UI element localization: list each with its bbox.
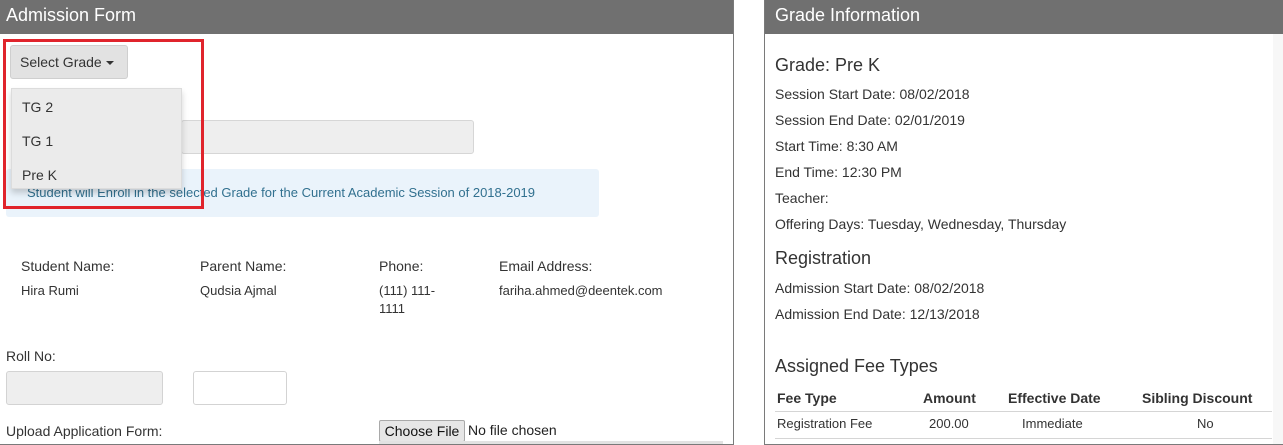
roll-no-input[interactable] xyxy=(193,371,287,405)
grade-option-tg2[interactable]: TG 2 xyxy=(22,99,53,115)
roll-no-prefix-field[interactable] xyxy=(6,371,163,405)
admission-start-date: Admission Start Date: 08/02/2018 xyxy=(775,280,985,296)
phone-label: Phone: xyxy=(379,258,424,274)
parent-name-value: Qudsia Ajmal xyxy=(200,283,277,298)
grade-heading: Grade: Pre K xyxy=(775,55,881,75)
upload-field-bar xyxy=(379,441,723,444)
select-grade-label: Select Grade xyxy=(20,54,102,70)
amount-header: Amount xyxy=(923,390,976,406)
table-header-divider xyxy=(775,411,1272,412)
sibling-discount-header: Sibling Discount xyxy=(1142,390,1253,406)
end-time: End Time: 12:30 PM xyxy=(775,164,902,180)
fee-type-header: Fee Type xyxy=(777,390,837,406)
effective-date-cell: Immediate xyxy=(1022,416,1083,431)
table-row-divider xyxy=(775,438,1272,439)
email-label: Email Address: xyxy=(499,258,593,274)
grade-information-title: Grade Information xyxy=(765,0,1283,34)
student-name-label: Student Name: xyxy=(21,258,115,274)
upload-application-label: Upload Application Form: xyxy=(6,423,163,439)
registration-heading: Registration xyxy=(775,248,872,268)
grade-dropdown-menu: TG 2 TG 1 Pre K xyxy=(11,88,182,189)
session-start-date: Session Start Date: 08/02/2018 xyxy=(775,86,970,102)
select-grade-button[interactable]: Select Grade xyxy=(10,45,128,79)
start-time: Start Time: 8:30 AM xyxy=(775,138,898,154)
caret-down-icon xyxy=(105,61,114,66)
phone-value-line2: 1111 xyxy=(379,301,406,316)
effective-date-header: Effective Date xyxy=(1008,390,1101,406)
admission-form-title: Admission Form xyxy=(0,0,733,34)
assigned-fee-types-heading: Assigned Fee Types xyxy=(775,356,938,376)
right-panel-scrollbar[interactable] xyxy=(1273,34,1283,444)
grade-text-field[interactable] xyxy=(181,120,474,154)
admission-end-date: Admission End Date: 12/13/2018 xyxy=(775,306,980,322)
parent-name-label: Parent Name: xyxy=(200,258,287,274)
no-file-chosen-text: No file chosen xyxy=(468,422,557,438)
amount-cell: 200.00 xyxy=(929,416,969,431)
teacher: Teacher: xyxy=(775,190,829,206)
session-end-date: Session End Date: 02/01/2019 xyxy=(775,112,965,128)
phone-value-line1: (111) 111- xyxy=(379,283,436,298)
fee-type-cell: Registration Fee xyxy=(777,416,873,431)
sibling-discount-cell: No xyxy=(1197,416,1214,431)
roll-no-label: Roll No: xyxy=(6,348,56,364)
choose-file-button[interactable]: Choose File xyxy=(379,420,465,442)
grade-option-tg1[interactable]: TG 1 xyxy=(22,133,53,149)
student-name-value: Hira Rumi xyxy=(21,283,79,298)
admission-form-panel: Admission Form Student will Enroll in th… xyxy=(0,0,734,445)
grade-information-panel: Grade Information Grade: Pre K Session S… xyxy=(764,0,1283,445)
grade-option-prek[interactable]: Pre K xyxy=(22,167,57,183)
email-value: fariha.ahmed@deentek.com xyxy=(499,283,663,298)
offering-days: Offering Days: Tuesday, Wednesday, Thurs… xyxy=(775,216,1067,232)
